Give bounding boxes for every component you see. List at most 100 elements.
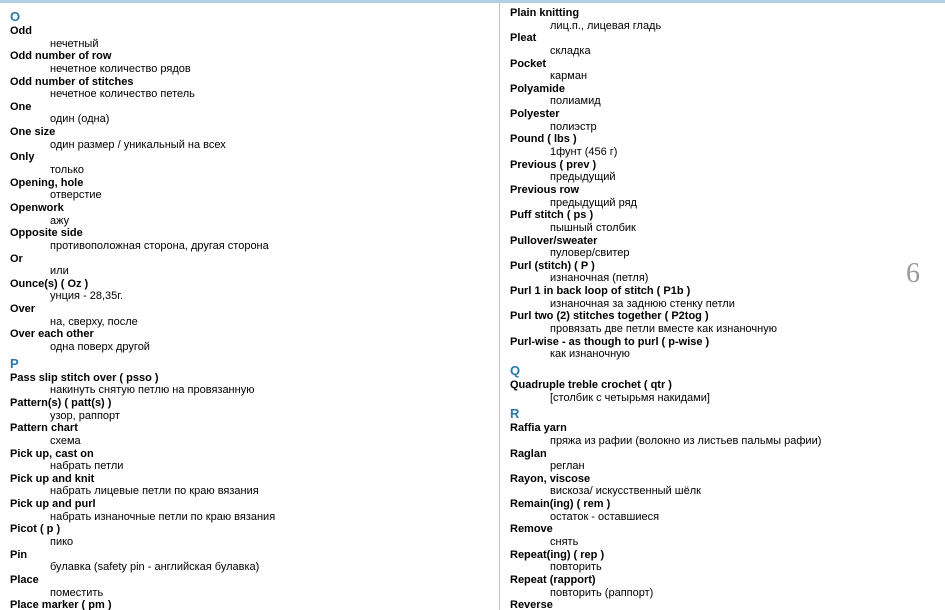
entry-definition: 1фунт (456 г) (510, 146, 890, 159)
entry-definition: пряжа из рафии (волокно из листьев пальм… (510, 435, 890, 448)
entry-term: Previous ( prev ) (510, 159, 890, 172)
dictionary-entry: Removeснять (510, 523, 890, 548)
entry-term: Picot ( p ) (10, 523, 489, 536)
entry-term: Odd number of row (10, 50, 489, 63)
entry-definition: нечетное количество петель (10, 88, 489, 101)
dictionary-entry: Pleatскладка (510, 32, 890, 57)
entry-definition: схема (10, 435, 489, 448)
dictionary-entry: Purl 1 in back loop of stitch ( P1b )изн… (510, 285, 890, 310)
dictionary-entry: Purl (stitch) ( P )изнаночная (петля) (510, 260, 890, 285)
entry-definition: узор, раппорт (10, 410, 489, 423)
entry-definition: повторить (раппорт) (510, 587, 890, 600)
entry-definition: пико (10, 536, 489, 549)
dictionary-entry: Polyamideполиамид (510, 83, 890, 108)
dictionary-entry: Odd number of rowнечетное количество ряд… (10, 50, 489, 75)
dictionary-entry: Ounce(s) ( Oz )унция - 28,35г. (10, 278, 489, 303)
entry-definition: провязать две петли вместе как изнаночну… (510, 323, 890, 336)
entry-term: Pattern(s) ( patt(s) ) (10, 397, 489, 410)
entry-term: Opening, hole (10, 177, 489, 190)
entry-definition: на, сверху, после (10, 316, 489, 329)
entry-definition: ажу (10, 215, 489, 228)
dictionary-entry: Odd number of stitchesнечетное количеств… (10, 76, 489, 101)
entry-definition: изнаночная (петля) (510, 272, 890, 285)
dictionary-page: OOddнечетныйOdd number of rowнечетное ко… (0, 0, 945, 610)
entry-term: Previous row (510, 184, 890, 197)
entry-term: Ounce(s) ( Oz ) (10, 278, 489, 291)
entry-term: Pullover/sweater (510, 235, 890, 248)
dictionary-entry: Pound ( lbs )1фунт (456 г) (510, 133, 890, 158)
entry-term: Rayon, viscose (510, 473, 890, 486)
dictionary-entry: Pick up and purlнабрать изнаночные петли… (10, 498, 489, 523)
entry-term: Pass slip stitch over ( psso ) (10, 372, 489, 385)
entry-term: Over each other (10, 328, 489, 341)
entry-term: One (10, 101, 489, 114)
dictionary-entry: Pattern(s) ( patt(s) )узор, раппорт (10, 397, 489, 422)
entry-term: Odd (10, 25, 489, 38)
entry-definition: набрать петли (10, 460, 489, 473)
dictionary-entry: Pass slip stitch over ( psso )накинуть с… (10, 372, 489, 397)
dictionary-entry: Quadruple treble crochet ( qtr )[столбик… (510, 379, 890, 404)
entry-term: Place marker ( pm ) (10, 599, 489, 610)
entry-definition: как изнаночную (510, 348, 890, 361)
dictionary-entry: Reverseобратный, зеркально (510, 599, 890, 610)
right-column: Plain knittingлиц.п., лицевая гладьPleat… (500, 3, 900, 610)
entry-definition: [столбик с четырьмя накидами] (510, 392, 890, 405)
dictionary-entry: Plain knittingлиц.п., лицевая гладь (510, 7, 890, 32)
section-letter: Q (510, 363, 890, 378)
dictionary-entry: Pinбулавка (safety pin - английская була… (10, 549, 489, 574)
entry-definition: предыдущий (510, 171, 890, 184)
entry-definition: отверстие (10, 189, 489, 202)
dictionary-entry: Purl two (2) stitches together ( P2tog )… (510, 310, 890, 335)
entry-definition: складка (510, 45, 890, 58)
entry-definition: полиэстр (510, 121, 890, 134)
entry-term: Puff stitch ( ps ) (510, 209, 890, 222)
dictionary-entry: One sizeодин размер / уникальный на всех (10, 126, 489, 151)
entry-definition: один размер / уникальный на всех (10, 139, 489, 152)
entry-term: Opposite side (10, 227, 489, 240)
dictionary-entry: Purl-wise - as though to purl ( p-wise )… (510, 336, 890, 361)
section-letter: P (10, 356, 489, 371)
entry-definition: предыдущий ряд (510, 197, 890, 210)
dictionary-entry: Repeat(ing) ( rep )повторить (510, 549, 890, 574)
dictionary-entry: Previous ( prev )предыдущий (510, 159, 890, 184)
entry-term: Repeat(ing) ( rep ) (510, 549, 890, 562)
dictionary-entry: Onlyтолько (10, 151, 489, 176)
dictionary-entry: Pick up and knitнабрать лицевые петли по… (10, 473, 489, 498)
entry-definition: полиамид (510, 95, 890, 108)
entry-definition: унция - 28,35г. (10, 290, 489, 303)
entry-definition: только (10, 164, 489, 177)
entry-definition: карман (510, 70, 890, 83)
section-letter: O (10, 9, 489, 24)
entry-term: Raffia yarn (510, 422, 890, 435)
entry-term: Only (10, 151, 489, 164)
entry-term: Remain(ing) ( rem ) (510, 498, 890, 511)
entry-term: One size (10, 126, 489, 139)
dictionary-entry: Opening, holeотверстие (10, 177, 489, 202)
entry-term: Odd number of stitches (10, 76, 489, 89)
entry-term: Openwork (10, 202, 489, 215)
entry-term: Pick up and purl (10, 498, 489, 511)
entry-term: Polyester (510, 108, 890, 121)
entry-term: Purl-wise - as though to purl ( p-wise ) (510, 336, 890, 349)
entry-term: Pleat (510, 32, 890, 45)
entry-definition: булавка (safety pin - английская булавка… (10, 561, 489, 574)
dictionary-entry: Placeпоместить (10, 574, 489, 599)
entry-definition: набрать лицевые петли по краю вязания (10, 485, 489, 498)
entry-term: Over (10, 303, 489, 316)
entry-definition: один (одна) (10, 113, 489, 126)
entry-definition: реглан (510, 460, 890, 473)
section-letter: R (510, 406, 890, 421)
entry-term: Purl 1 in back loop of stitch ( P1b ) (510, 285, 890, 298)
dictionary-entry: Pattern chartсхема (10, 422, 489, 447)
dictionary-entry: Remain(ing) ( rem )остаток - оставшиеся (510, 498, 890, 523)
entry-definition: пуловер/свитер (510, 247, 890, 260)
dictionary-entry: Orили (10, 253, 489, 278)
entry-definition: вискоза/ искусственный шёлк (510, 485, 890, 498)
entry-definition: повторить (510, 561, 890, 574)
entry-term: Plain knitting (510, 7, 890, 20)
entry-term: Remove (510, 523, 890, 536)
dictionary-entry: Pocketкарман (510, 58, 890, 83)
dictionary-entry: Place marker ( pm )поместить маркер (мет… (10, 599, 489, 610)
dictionary-entry: Rayon, viscoseвискоза/ искусственный шёл… (510, 473, 890, 498)
entry-definition: нечетное количество рядов (10, 63, 489, 76)
